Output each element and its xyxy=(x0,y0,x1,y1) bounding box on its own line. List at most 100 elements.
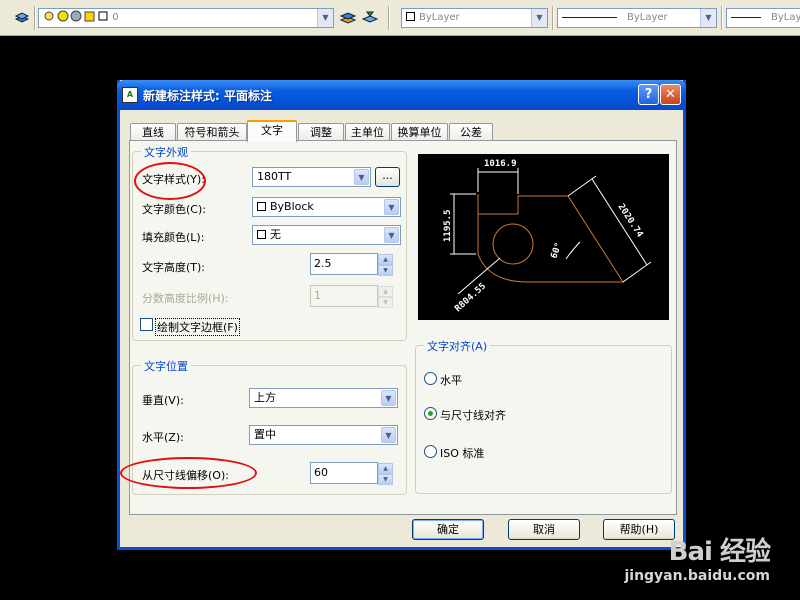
fill-color-select[interactable]: 无 ▼ xyxy=(252,225,401,245)
fraction-height-spinner: ▲ ▼ xyxy=(378,286,393,308)
vertical-value: 上方 xyxy=(254,391,276,404)
spin-up-icon: ▲ xyxy=(378,254,393,265)
horizontal-select[interactable]: 置中 ▼ xyxy=(249,425,398,445)
text-height-spinner[interactable]: ▲ ▼ xyxy=(378,254,393,276)
tab-symbols-arrows[interactable]: 符号和箭头 xyxy=(177,123,247,141)
color-swatch xyxy=(257,202,266,211)
dimension-preview: 1016.9 1195.5 2020.74 60° R804.55 xyxy=(418,154,669,320)
text-style-browse-button[interactable]: ... xyxy=(375,167,400,187)
preview-dim-angle: 60° xyxy=(549,241,564,260)
annotation-circle-text-style xyxy=(134,162,206,200)
offset-value: 60 xyxy=(314,466,328,479)
baidu-jingyan-watermark: Bai 经验 jingyan.baidu.com xyxy=(624,531,771,584)
chevron-down-icon[interactable]: ▼ xyxy=(531,9,547,27)
draw-frame-checkbox[interactable] xyxy=(140,318,153,331)
cancel-button[interactable]: 取消 xyxy=(508,519,580,540)
fill-color-value: 无 xyxy=(270,228,281,241)
chevron-down-icon[interactable]: ▼ xyxy=(381,390,396,406)
preview-dim-radius: R804.55 xyxy=(453,281,488,314)
color-combo[interactable]: ByLayer ▼ xyxy=(401,8,548,28)
tab-fit[interactable]: 调整 xyxy=(298,123,344,141)
color-value: ByLayer xyxy=(419,12,460,23)
preview-dim-top: 1016.9 xyxy=(484,159,517,169)
offset-from-dim-line-input[interactable]: 60 ▲ ▼ xyxy=(310,462,393,485)
align-iso-standard-label[interactable]: ISO 标准 xyxy=(440,445,484,461)
align-with-dim-line-radio[interactable] xyxy=(424,407,437,420)
spin-up-icon: ▲ xyxy=(378,286,393,297)
vertical-label: 垂直(V): xyxy=(142,394,184,407)
offset-spinner[interactable]: ▲ ▼ xyxy=(378,463,393,485)
preview-dim-left: 1195.5 xyxy=(443,209,453,242)
spin-down-icon: ▼ xyxy=(378,474,393,485)
chevron-down-icon[interactable]: ▼ xyxy=(700,9,716,27)
text-height-input[interactable]: 2.5 ▲ ▼ xyxy=(310,253,393,276)
toolbar-separator xyxy=(552,6,554,30)
linetype-combo[interactable]: ByLayer ▼ xyxy=(557,8,717,28)
annotation-circle-offset xyxy=(120,457,257,489)
text-style-value: 180TT xyxy=(257,170,292,183)
dialog-title-bar[interactable]: A 新建标注样式: 平面标注 ? ✕ xyxy=(117,80,686,110)
tab-primary-units[interactable]: 主单位 xyxy=(345,123,390,141)
align-horizontal-radio[interactable] xyxy=(424,372,437,385)
part-hole xyxy=(492,223,534,265)
preview-drawing: 1016.9 1195.5 2020.74 60° R804.55 xyxy=(443,159,652,314)
fraction-height-scale-label: 分数高度比例(H): xyxy=(142,292,229,305)
layer-manager-icon[interactable] xyxy=(14,9,30,25)
watermark-url: jingyan.baidu.com xyxy=(624,568,770,584)
spin-down-icon: ▼ xyxy=(378,265,393,276)
text-placement-group-label: 文字位置 xyxy=(141,358,191,374)
help-button[interactable]: ? xyxy=(638,84,659,105)
fraction-height-scale-value: 1 xyxy=(314,289,321,302)
draw-frame-label[interactable]: 绘制文字边框(F) xyxy=(155,318,240,336)
chevron-down-icon[interactable]: ▼ xyxy=(317,9,333,27)
chevron-down-icon[interactable]: ▼ xyxy=(384,199,399,215)
text-color-value: ByBlock xyxy=(270,200,314,213)
lineweight-combo[interactable]: ByLayer xyxy=(726,8,800,28)
close-button[interactable]: ✕ xyxy=(660,84,681,105)
lineweight-value: ByLayer xyxy=(771,12,800,23)
autocad-toolbar: 0 ▼ ByLayer ▼ ByLayer ▼ ByLayer xyxy=(0,0,800,36)
color-swatch xyxy=(406,12,415,21)
chevron-down-icon[interactable]: ▼ xyxy=(381,427,396,443)
watermark-logo: Bai 经验 xyxy=(668,537,771,567)
make-layer-current-icon[interactable] xyxy=(340,9,356,25)
color-swatch xyxy=(257,230,266,239)
vertical-select[interactable]: 上方 ▼ xyxy=(249,388,398,408)
text-appearance-group-label: 文字外观 xyxy=(141,144,191,160)
preview-dim-slant: 2020.74 xyxy=(615,202,644,240)
tab-alternate-units[interactable]: 换算单位 xyxy=(391,123,448,141)
toolbar-separator xyxy=(34,6,36,30)
autocad-app-icon: A xyxy=(122,87,138,103)
text-height-value: 2.5 xyxy=(314,257,332,270)
part-outline xyxy=(477,194,624,283)
text-height-label: 文字高度(T): xyxy=(142,261,206,274)
text-color-select[interactable]: ByBlock ▼ xyxy=(252,197,401,217)
line-sample xyxy=(562,16,617,18)
align-with-dim-line-label[interactable]: 与尺寸线对齐 xyxy=(440,407,506,423)
dialog-title: 新建标注样式: 平面标注 xyxy=(143,89,272,103)
fill-color-label: 填充颜色(L): xyxy=(142,231,205,244)
text-style-select[interactable]: 180TT ▼ xyxy=(252,167,371,187)
align-iso-standard-radio[interactable] xyxy=(424,445,437,458)
tab-lines[interactable]: 直线 xyxy=(130,123,176,141)
align-horizontal-label[interactable]: 水平 xyxy=(440,372,462,388)
tab-text[interactable]: 文字 xyxy=(247,120,297,142)
layer-combo[interactable]: 0 ▼ xyxy=(38,8,334,28)
chevron-down-icon[interactable]: ▼ xyxy=(384,227,399,243)
linetype-value: ByLayer xyxy=(627,12,668,23)
spin-down-icon: ▼ xyxy=(378,297,393,308)
horizontal-label: 水平(Z): xyxy=(142,431,184,444)
fraction-height-scale-input: 1 ▲ ▼ xyxy=(310,285,393,308)
layer-name: 0 xyxy=(112,12,119,23)
spin-up-icon: ▲ xyxy=(378,463,393,474)
layer-previous-icon[interactable] xyxy=(362,9,378,25)
chevron-down-icon[interactable]: ▼ xyxy=(354,169,369,185)
line-sample xyxy=(731,16,761,18)
ok-button[interactable]: 确定 xyxy=(412,519,484,540)
toolbar-separator xyxy=(388,6,390,30)
tab-tolerances[interactable]: 公差 xyxy=(449,123,493,141)
layer-state-icons xyxy=(44,10,108,22)
text-alignment-group-label: 文字对齐(A) xyxy=(424,338,491,354)
text-color-label: 文字颜色(C): xyxy=(142,203,206,216)
toolbar-separator xyxy=(721,6,723,30)
